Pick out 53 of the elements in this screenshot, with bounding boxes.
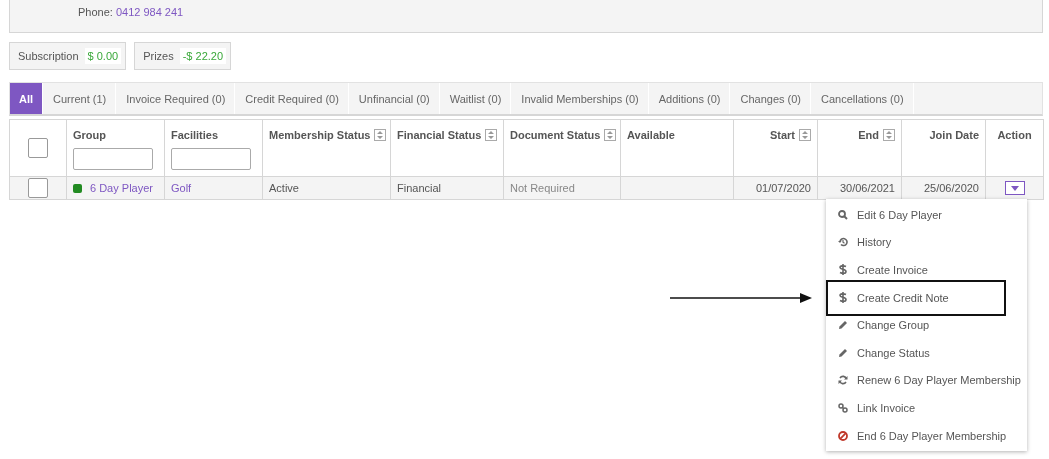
search-icon: [838, 209, 848, 220]
ban-icon: [838, 430, 848, 441]
column-header[interactable]: Membership Status: [269, 129, 371, 141]
sort-icon[interactable]: [374, 129, 387, 141]
column-header: Facilities: [171, 129, 219, 141]
tab[interactable]: All: [10, 83, 43, 114]
caret-icon: [1010, 185, 1019, 191]
action-dropdown[interactable]: [1004, 181, 1025, 196]
filter-field[interactable]: [171, 148, 251, 170]
table-cell: Active: [269, 182, 299, 194]
phone-number: 0412 984 241: [115, 6, 184, 18]
sort-icon[interactable]: [799, 129, 811, 141]
table-cell: Financial: [397, 182, 442, 194]
pencil-icon: [838, 320, 848, 331]
column-header[interactable]: End: [858, 129, 879, 141]
column-header: Available: [627, 129, 675, 141]
filter-field[interactable]: [73, 148, 153, 170]
menu-item[interactable]: History: [826, 228, 1027, 257]
menu-item[interactable]: Create Credit Note: [826, 283, 1027, 312]
menu-item[interactable]: Link Invoice: [826, 394, 1027, 422]
column-header: Action: [997, 129, 1032, 141]
column-header[interactable]: Financial Status: [397, 129, 482, 141]
menu-item[interactable]: Change Status: [826, 338, 1027, 367]
table-cell: Not Required: [510, 182, 575, 194]
menu-item[interactable]: End 6 Day Player Membership: [826, 421, 1027, 450]
table-cell: 01/07/2020: [755, 182, 811, 194]
link-icon: [838, 402, 848, 413]
menu-item[interactable]: Create Invoice: [826, 256, 1027, 284]
dollar-icon: [839, 292, 847, 304]
dollar-icon: [839, 264, 847, 276]
phone-label: Phone:: [78, 6, 113, 18]
menu-item[interactable]: Renew 6 Day Player Membership: [826, 366, 1027, 395]
column-header[interactable]: Start: [769, 129, 795, 141]
sort-icon[interactable]: [485, 129, 498, 141]
column-header[interactable]: Document Status: [510, 129, 601, 141]
table-cell: 25/06/2020: [923, 182, 979, 194]
facility-link[interactable]: Golf: [171, 182, 192, 194]
summary-label: Prizes: [143, 50, 174, 62]
pencil-icon: [838, 347, 848, 358]
column-header: Group: [73, 129, 106, 141]
sort-icon[interactable]: [604, 129, 617, 141]
menu-item[interactable]: Change Group: [826, 311, 1027, 339]
sort-icon[interactable]: [883, 129, 895, 141]
refresh-icon: [838, 375, 848, 386]
column-header: Join Date: [929, 129, 979, 141]
checkbox[interactable]: [28, 178, 48, 198]
summary-label: Subscription: [18, 50, 79, 62]
table-cell: 30/06/2021: [839, 182, 895, 194]
checkbox[interactable]: [28, 138, 48, 158]
menu-item[interactable]: Edit 6 Day Player: [826, 201, 1027, 229]
summary-amount: $ 0.00: [84, 48, 122, 64]
history-icon: [838, 237, 848, 248]
summary-amount: -$ 22.20: [179, 48, 227, 64]
